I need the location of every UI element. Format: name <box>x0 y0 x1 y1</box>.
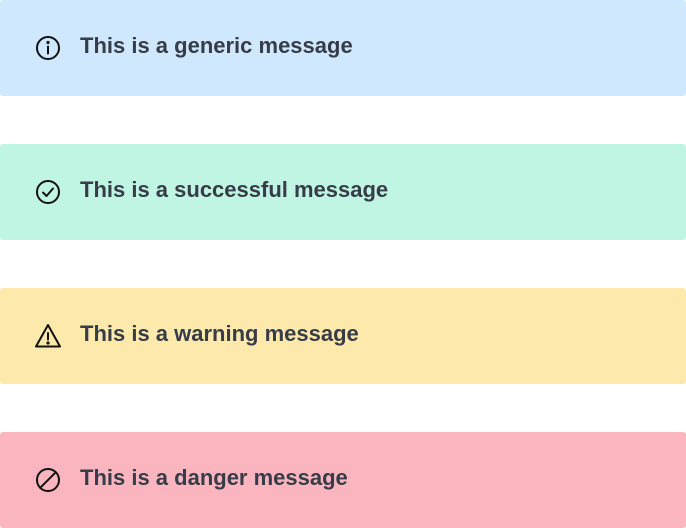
alert-success: This is a successful message <box>0 144 686 240</box>
alert-danger: This is a danger message <box>0 432 686 528</box>
alert-message: This is a danger message <box>80 465 348 490</box>
alert-warning: This is a warning message <box>0 288 686 384</box>
alert-message: This is a generic message <box>80 33 353 58</box>
warning-triangle-icon <box>34 322 62 350</box>
alert-message: This is a successful message <box>80 177 389 202</box>
prohibited-icon <box>34 466 62 494</box>
check-circle-icon <box>34 178 62 206</box>
alert-generic: This is a generic message <box>0 0 686 96</box>
info-icon <box>34 34 62 62</box>
alert-message: This is a warning message <box>80 321 359 346</box>
